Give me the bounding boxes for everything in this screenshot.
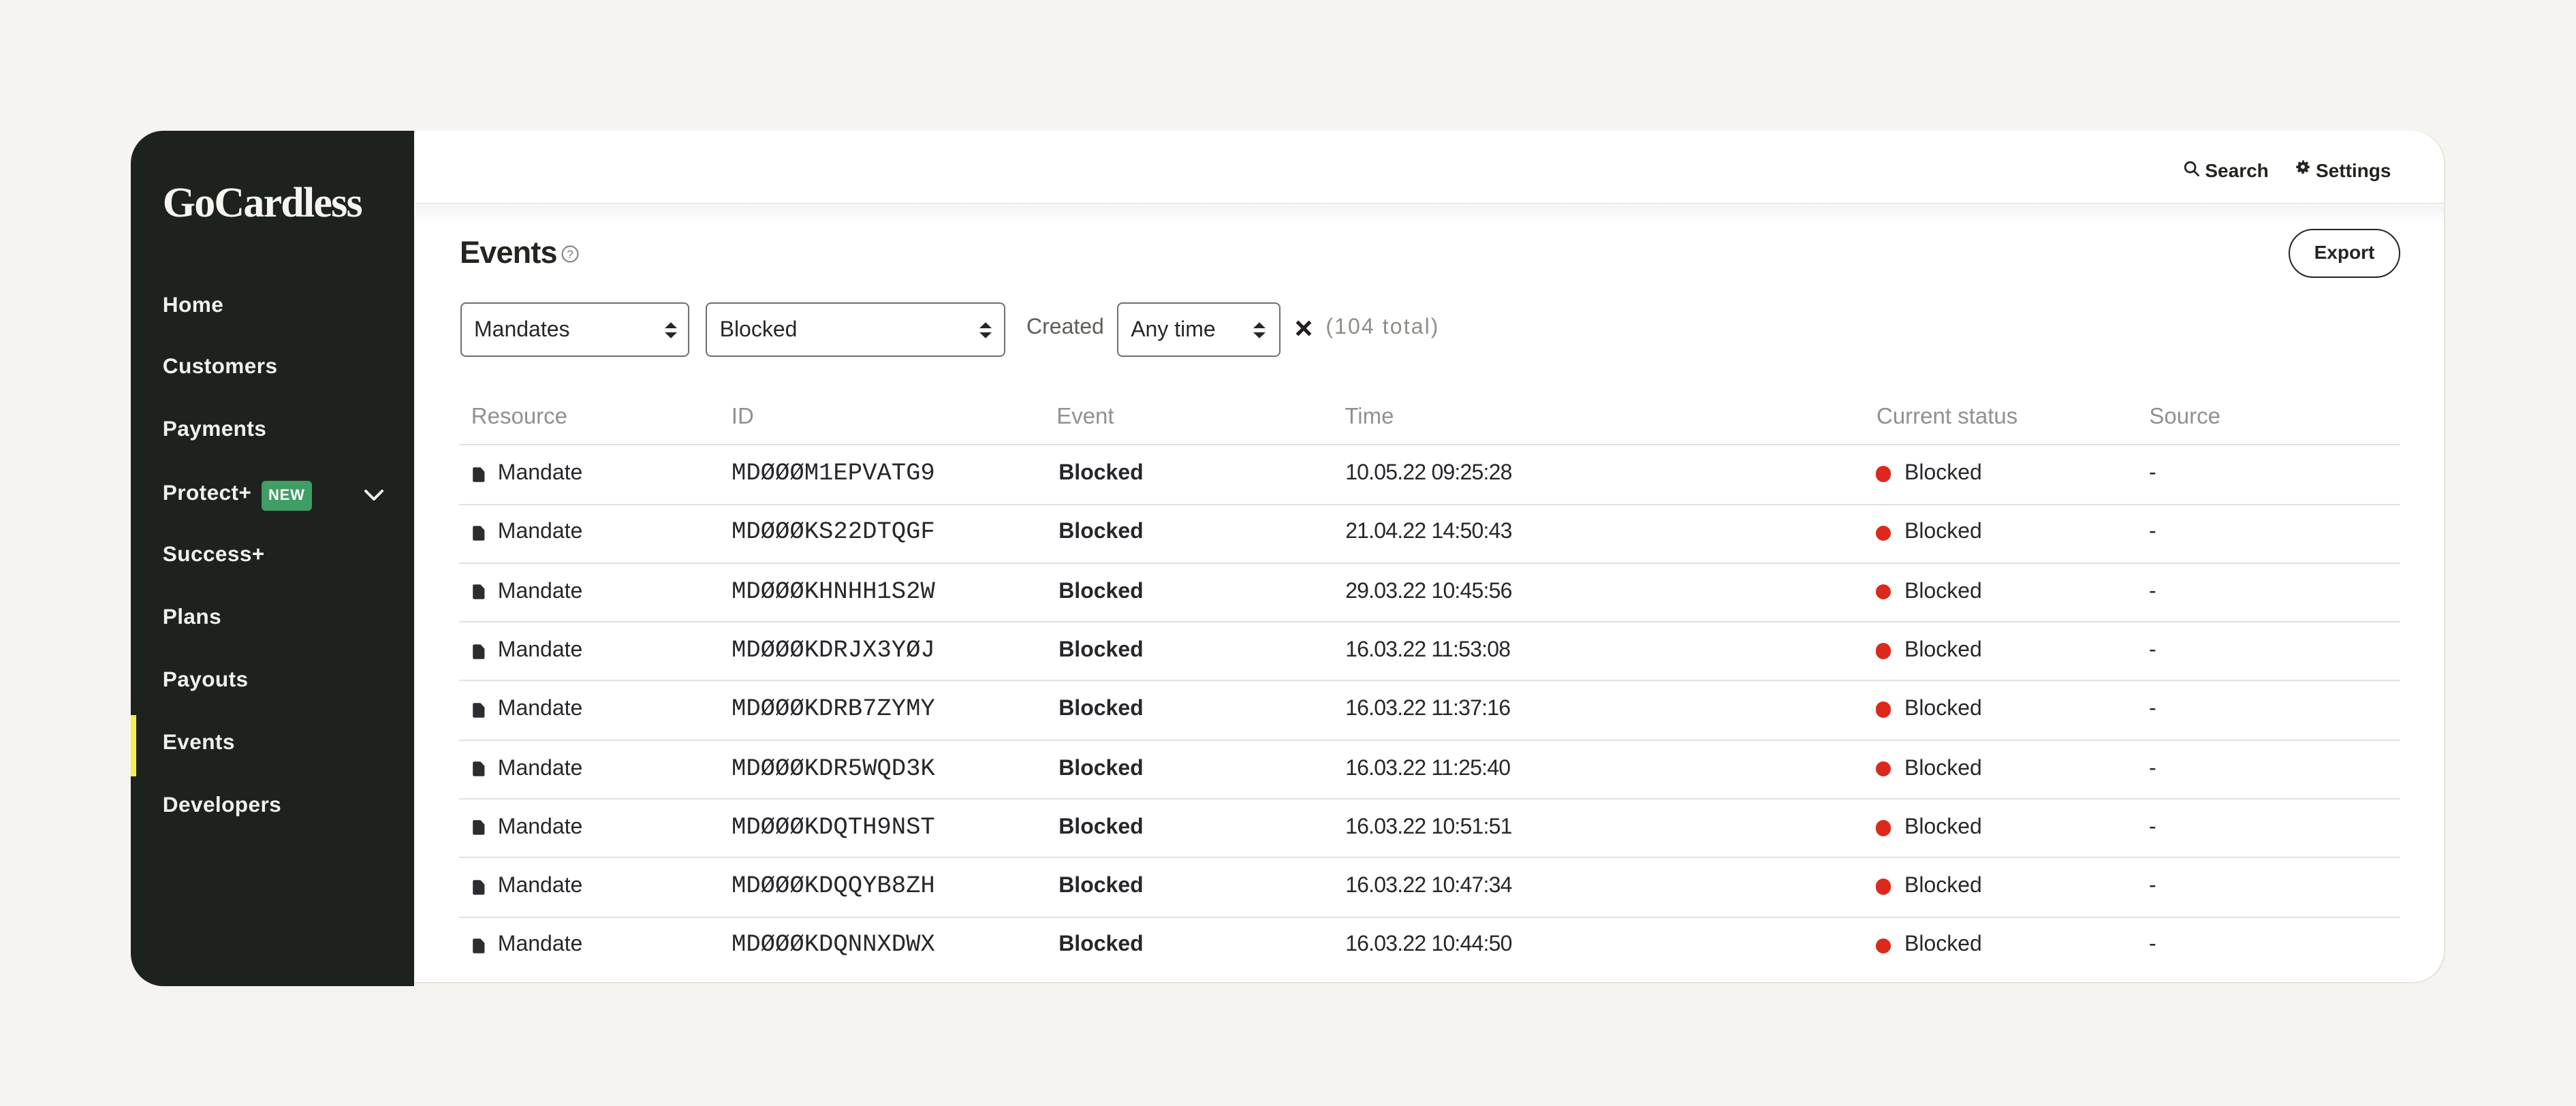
svg-text:?: ? [567,249,574,262]
